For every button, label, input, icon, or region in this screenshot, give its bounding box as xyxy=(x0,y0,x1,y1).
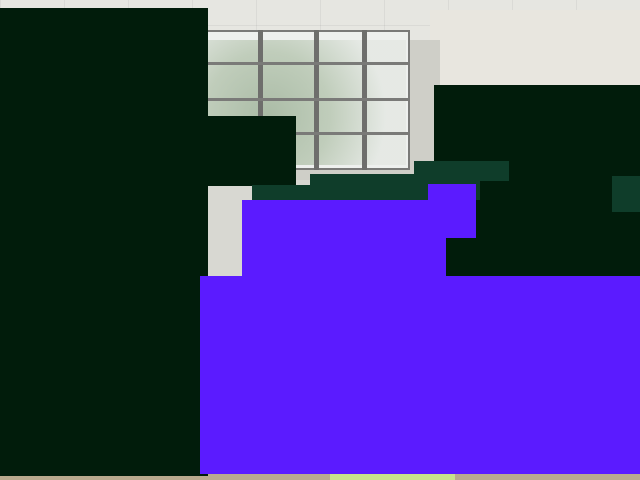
photo-scene xyxy=(0,0,640,480)
window-transom xyxy=(205,62,410,65)
purple-mask-bottom xyxy=(200,276,640,474)
teal-mask-d xyxy=(612,176,640,212)
dark-mask-left-notch xyxy=(200,116,296,186)
window-transom xyxy=(205,98,410,101)
dark-mask-left xyxy=(0,8,208,476)
dark-mask-right-step xyxy=(446,238,486,276)
purple-mask-mid-right xyxy=(374,200,476,238)
